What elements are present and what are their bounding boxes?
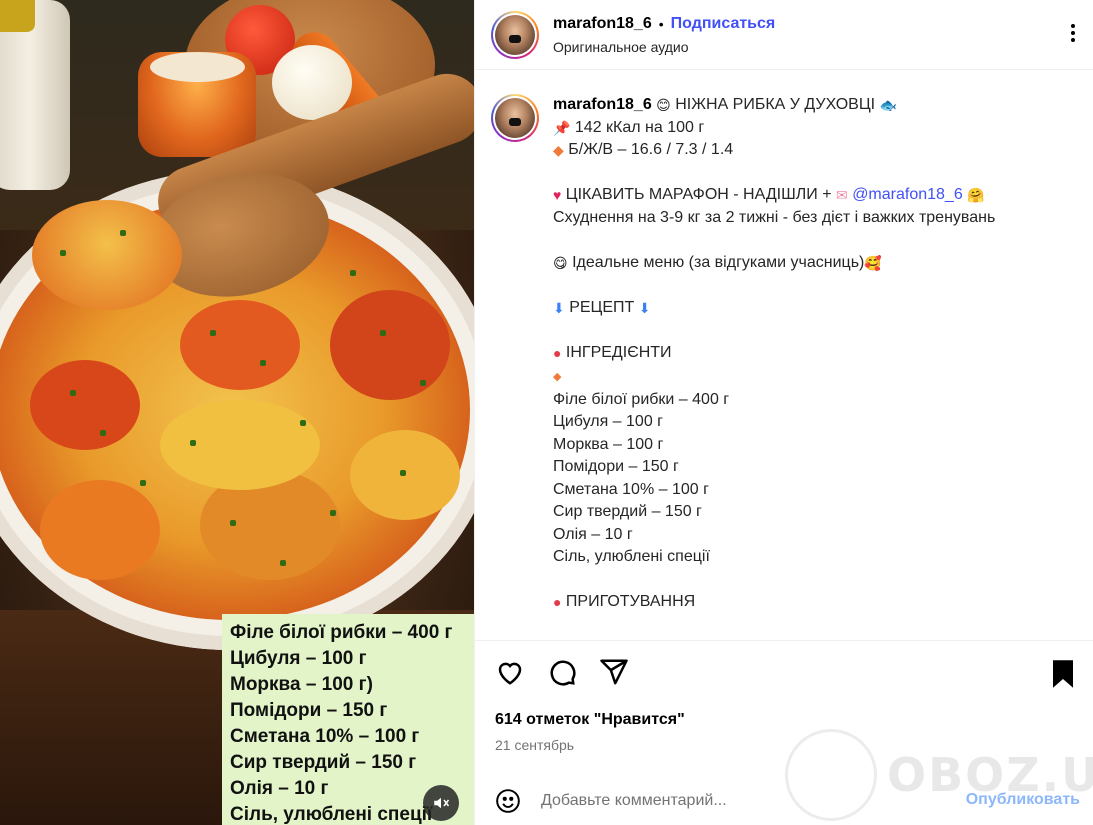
post-header: marafon18_6 • Подписаться Оригинальное а… <box>475 0 1093 70</box>
comment-icon[interactable] <box>547 657 577 687</box>
publish-button[interactable]: Опубликовать <box>966 791 1080 809</box>
menu-text: Ідеальне меню (за відгуками учасниць) <box>572 253 865 271</box>
comment-input[interactable] <box>541 792 941 810</box>
avatar[interactable] <box>491 10 539 59</box>
likes-count[interactable]: 614 отметок "Нравится" <box>495 711 685 729</box>
ingredient-item: Помідори – 150 г <box>553 458 679 475</box>
overlay-line: Цибуля – 100 г <box>230 648 367 669</box>
overlay-line: Філе білої рибки – 400 г <box>230 622 453 643</box>
caption-avatar[interactable] <box>491 94 539 142</box>
follow-button[interactable]: Подписаться <box>671 15 776 33</box>
recipe-heading: РЕЦЕПТ <box>569 298 635 316</box>
share-icon[interactable] <box>599 657 629 687</box>
overlay-line: Сир твердий – 150 г <box>230 752 417 773</box>
emoji-icon[interactable] <box>495 788 521 814</box>
mute-button[interactable] <box>423 785 459 821</box>
diamond-emoji-icon: ◆ <box>553 371 562 383</box>
pin-emoji-icon: 📌 <box>553 119 571 136</box>
red-circle-icon: ● <box>553 344 562 361</box>
mention-link[interactable]: @marafon18_6 <box>852 186 963 203</box>
love-letter-emoji-icon: ✉ <box>836 187 848 203</box>
ingredient-item: Олія – 10 г <box>553 525 633 543</box>
heart-icon[interactable] <box>495 657 525 687</box>
ingredient-item: Сир твердий – 150 г <box>553 503 702 520</box>
yum-emoji-icon: 😋 <box>553 254 568 271</box>
kcal-text: 142 кКал на 100 г <box>574 118 705 136</box>
caption-title: НІЖНА РИБКА У ДУХОВЦІ <box>675 96 876 113</box>
bookmark-icon[interactable] <box>1050 659 1076 689</box>
post-side-panel: marafon18_6 • Подписаться Оригинальное а… <box>474 0 1093 825</box>
ingredients-heading: ІНГРЕДІЄНТИ <box>565 343 672 361</box>
hug-emoji-icon: 🤗 <box>967 187 985 203</box>
down-arrow-icon: ⬇ <box>638 299 651 316</box>
post-date[interactable]: 21 сентябрь <box>495 737 574 753</box>
ingredient-item: Сіль, улюблені спеції <box>553 548 710 565</box>
overlay-line: Сметана 10% – 100 г <box>230 726 420 747</box>
ingredient-item: Цибуля – 100 г <box>553 413 663 430</box>
ingredient-item: Філе білої рибки – 400 г <box>553 390 730 408</box>
jar <box>0 0 70 190</box>
hearts-face-emoji-icon: 🥰 <box>864 254 882 271</box>
username-link[interactable]: marafon18_6 <box>553 15 652 33</box>
cooking-heading: ПРИГОТУВАННЯ <box>565 593 696 610</box>
overlay-line: Морква – 100 г) <box>230 674 373 695</box>
more-options-icon[interactable] <box>1071 24 1075 42</box>
promo-text: Схуднення на 3-9 кг за 2 тижні - без діє… <box>553 208 996 226</box>
post-media[interactable]: Філе білої рибки – 400 г Цибуля – 100 г … <box>0 0 474 825</box>
down-arrow-icon: ⬇ <box>553 299 565 316</box>
marathon-text: ЦІКАВИТЬ МАРАФОН - НАДІШЛИ + <box>565 186 832 203</box>
heart-emoji-icon: ♥ <box>553 187 562 203</box>
caption: marafon18_6 😊 НІЖНА РИБКА У ДУХОВЦІ 🐟 📌 … <box>475 70 1093 640</box>
ingredient-item: Сметана 10% – 100 г <box>553 480 709 498</box>
fish-emoji-icon: 🐟 <box>879 97 898 113</box>
onion <box>272 45 352 120</box>
smile-emoji-icon: 😊 <box>656 97 671 113</box>
diamond-emoji-icon: ◆ <box>553 142 564 158</box>
bju-text: Б/Ж/В – 16.6 / 7.3 / 1.4 <box>568 141 734 158</box>
comment-bar: Опубликовать <box>475 781 1093 821</box>
audio-link[interactable]: Оригинальное аудио <box>553 39 775 55</box>
speaker-muted-icon <box>434 797 450 809</box>
post-actions: 614 отметок "Нравится" 21 сентябрь OBOZ.… <box>475 640 1093 821</box>
ingredient-item: Морква – 100 г <box>553 435 664 453</box>
overlay-line: Помідори – 150 г <box>230 700 388 721</box>
caption-username[interactable]: marafon18_6 <box>553 96 652 113</box>
red-circle-icon: ● <box>553 594 562 610</box>
